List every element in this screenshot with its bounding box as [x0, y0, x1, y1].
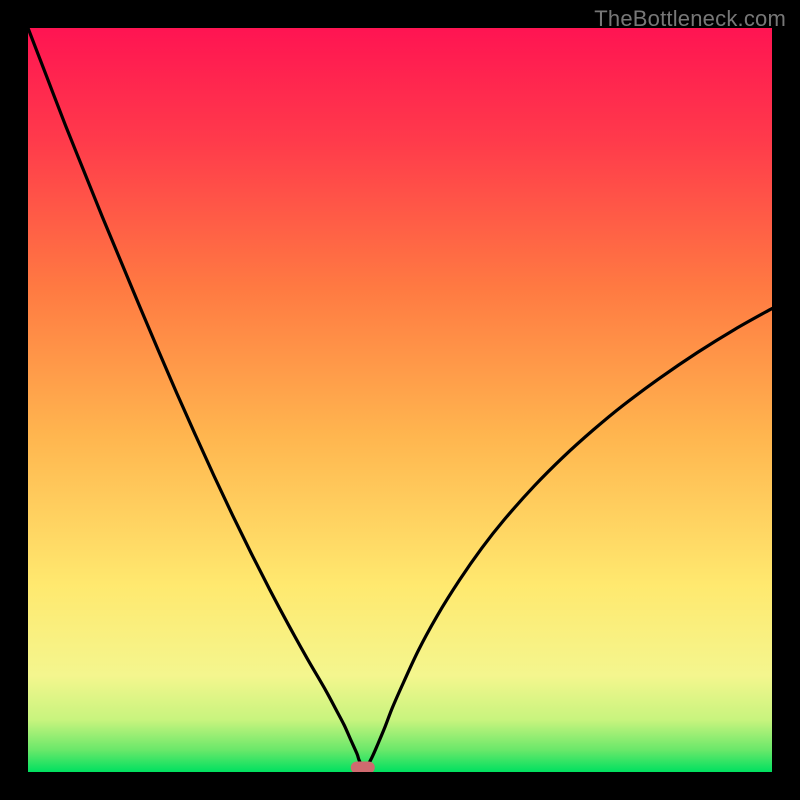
plot-area	[28, 28, 772, 772]
optimal-marker	[351, 762, 375, 773]
bottleneck-chart	[28, 28, 772, 772]
chart-frame: TheBottleneck.com	[0, 0, 800, 800]
gradient-background	[28, 28, 772, 772]
